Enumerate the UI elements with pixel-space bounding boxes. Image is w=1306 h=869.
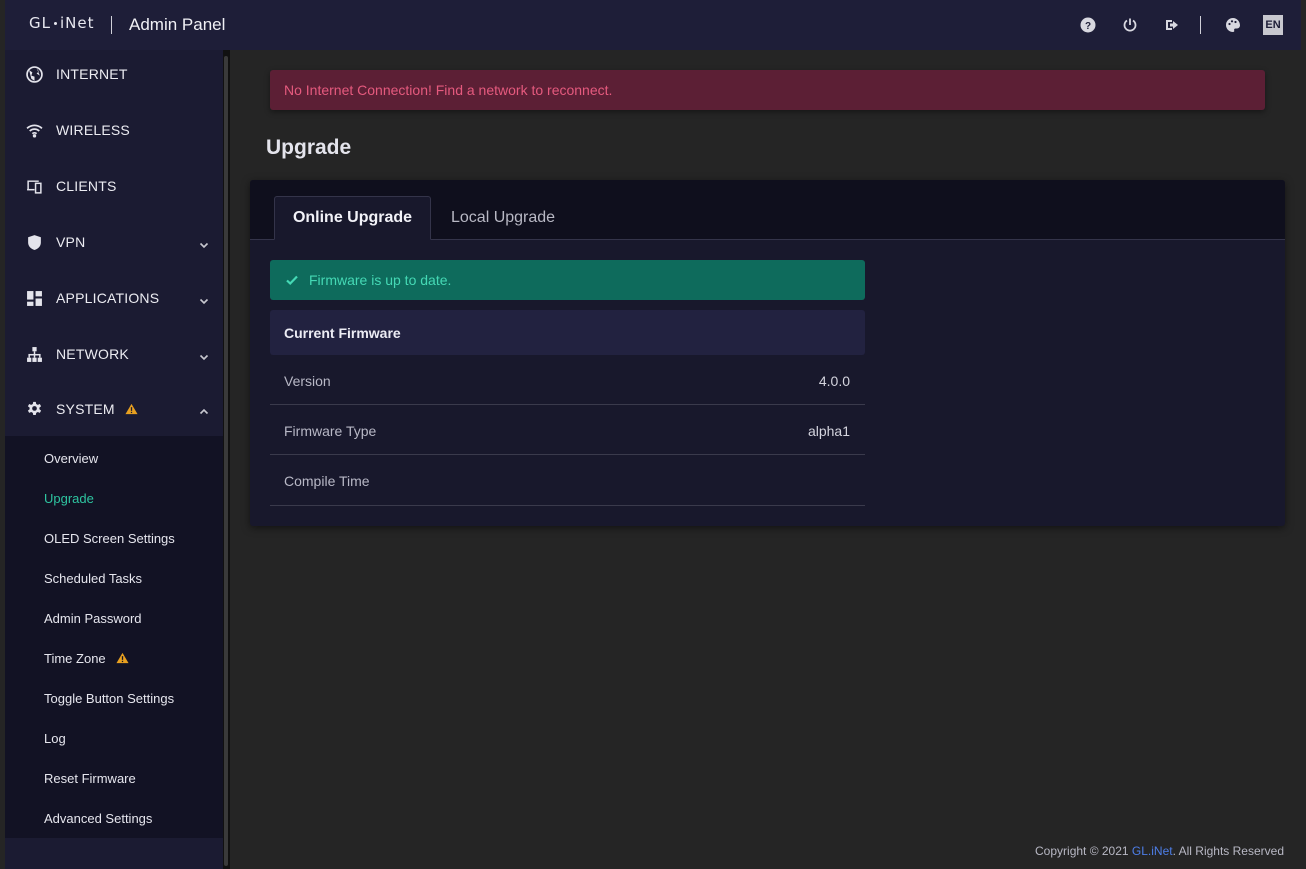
submenu-item-scheduled-tasks[interactable]: Scheduled Tasks <box>44 571 142 586</box>
firmware-row-value: 4.0.0 <box>818 373 850 389</box>
footer-copyright: Copyright © 2021 GL.iNet. All Rights Res… <box>1035 844 1284 858</box>
submenu-item-advanced-settings[interactable]: Advanced Settings <box>44 811 152 826</box>
scrollbar-thumb[interactable] <box>224 56 228 866</box>
chevron-down-icon <box>199 293 209 305</box>
header-title: Admin Panel <box>129 15 226 34</box>
network-tree-icon <box>25 345 43 363</box>
submenu-item-overview[interactable]: Overview <box>44 451 98 466</box>
upgrade-card: Online Upgrade Local Upgrade Firmware is… <box>250 180 1285 526</box>
sidebar-item-vpn[interactable]: VPN <box>5 214 223 270</box>
submenu-item-oled-screen-settings[interactable]: OLED Screen Settings <box>44 531 175 546</box>
tab-local-upgrade[interactable]: Local Upgrade <box>451 196 555 240</box>
sidebar-item-label: SYSTEM <box>56 401 138 418</box>
firmware-row-version: Version 4.0.0 <box>270 355 865 405</box>
power-icon[interactable] <box>1120 15 1140 35</box>
submenu-item-admin-password[interactable]: Admin Password <box>44 611 142 626</box>
sidebar-scrollbar[interactable] <box>223 50 230 869</box>
sidebar-item-network[interactable]: NETWORK <box>5 326 223 382</box>
chevron-down-icon <box>199 237 209 249</box>
no-internet-alert: No Internet Connection! Find a network t… <box>270 70 1265 110</box>
sidebar-item-applications[interactable]: APPLICATIONS <box>5 270 223 326</box>
sidebar-item-label: APPLICATIONS <box>56 290 160 306</box>
devices-icon <box>25 177 43 195</box>
globe-icon <box>25 65 43 83</box>
current-firmware-heading: Current Firmware <box>270 310 865 355</box>
submenu-item-time-zone-text: Time Zone <box>44 651 106 666</box>
sidebar-item-label: NETWORK <box>56 346 129 362</box>
check-icon <box>285 273 299 287</box>
footer-brand-link[interactable]: GL.iNet <box>1132 844 1173 858</box>
sidebar-item-system-text: SYSTEM <box>56 400 115 417</box>
warning-icon <box>125 402 138 418</box>
sidebar-item-label: WIRELESS <box>56 122 130 138</box>
shield-icon <box>25 233 43 251</box>
sidebar-item-label: VPN <box>56 234 86 250</box>
sidebar-item-wireless[interactable]: WIRELESS <box>5 102 223 158</box>
gl-inet-logo[interactable]: GL iNet <box>29 14 94 32</box>
sidebar-item-internet[interactable]: INTERNET <box>5 46 223 102</box>
system-submenu: Overview Upgrade OLED Screen Settings Sc… <box>5 436 223 838</box>
sidebar: INTERNET WIRELESS CLIENTS VPN APPLICATIO… <box>5 50 223 869</box>
upgrade-tabs: Online Upgrade Local Upgrade <box>250 180 1285 240</box>
sidebar-item-clients[interactable]: CLIENTS <box>5 158 223 214</box>
footer-prefix: Copyright © 2021 <box>1035 844 1132 858</box>
sidebar-item-label: INTERNET <box>56 66 128 82</box>
logout-icon[interactable] <box>1162 15 1182 35</box>
chevron-up-icon <box>199 404 209 415</box>
gear-icon <box>25 400 43 418</box>
firmware-row-compile-time: Compile Time <box>270 455 865 506</box>
logo-gl-text: GL <box>29 14 51 32</box>
firmware-row-value: alpha1 <box>807 423 850 439</box>
apps-grid-icon <box>25 289 43 307</box>
theme-palette-icon[interactable] <box>1223 15 1243 35</box>
logo-inet-text: iNet <box>59 14 95 32</box>
submenu-item-upgrade[interactable]: Upgrade <box>44 491 94 506</box>
firmware-status-text: Firmware is up to date. <box>309 272 452 288</box>
warning-icon <box>116 652 129 667</box>
chevron-down-icon <box>199 349 209 361</box>
header-divider <box>111 16 112 34</box>
firmware-row-label: Compile Time <box>284 473 370 489</box>
sidebar-item-label: CLIENTS <box>56 178 117 194</box>
submenu-item-toggle-button-settings[interactable]: Toggle Button Settings <box>44 691 174 706</box>
page-title: Upgrade <box>266 136 352 159</box>
submenu-item-log[interactable]: Log <box>44 731 66 746</box>
submenu-item-reset-firmware[interactable]: Reset Firmware <box>44 771 136 786</box>
help-icon[interactable]: ? <box>1078 15 1098 35</box>
firmware-row-type: Firmware Type alpha1 <box>270 405 865 455</box>
header-actions: ? EN <box>1056 15 1283 35</box>
submenu-item-time-zone[interactable]: Time Zone <box>44 651 129 667</box>
language-selector[interactable]: EN <box>1263 15 1283 35</box>
sidebar-item-system[interactable]: SYSTEM <box>5 381 223 437</box>
firmware-row-label: Firmware Type <box>284 423 377 439</box>
header-actions-divider <box>1200 16 1201 34</box>
footer-suffix: . All Rights Reserved <box>1172 844 1284 858</box>
wifi-icon <box>25 121 43 139</box>
tab-online-upgrade[interactable]: Online Upgrade <box>274 196 431 240</box>
firmware-row-label: Version <box>284 373 331 389</box>
top-header: GL iNet Admin Panel ? EN <box>5 0 1301 50</box>
svg-text:?: ? <box>1085 21 1091 32</box>
firmware-status-banner: Firmware is up to date. <box>270 260 865 300</box>
